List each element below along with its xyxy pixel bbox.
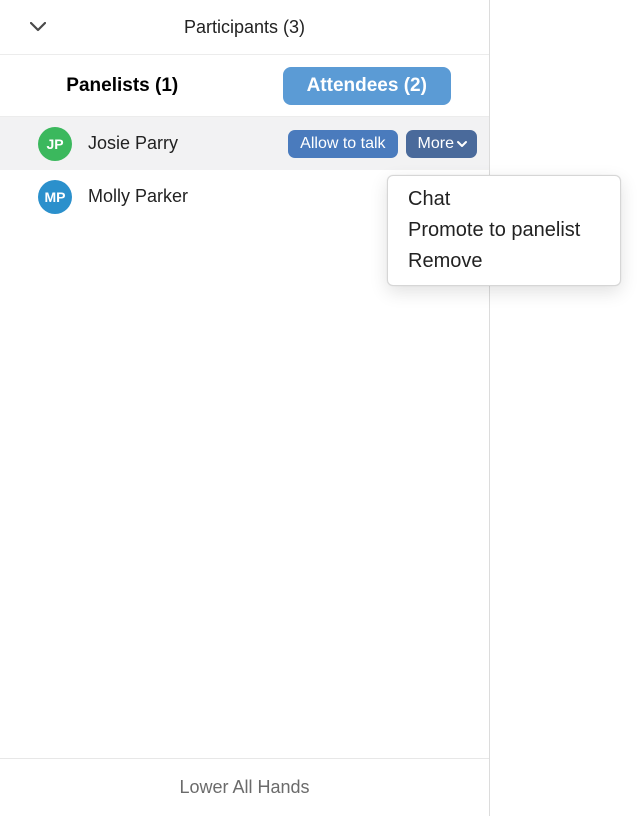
dropdown-item-label: Chat bbox=[408, 188, 450, 210]
dropdown-item-label: Remove bbox=[408, 250, 482, 272]
panel-title: Participants (3) bbox=[0, 17, 489, 38]
dropdown-item-label: Promote to panelist bbox=[408, 219, 580, 241]
row-actions: Allow to talk More bbox=[288, 130, 477, 158]
tab-attendees-pill: Attendees (2) bbox=[283, 67, 451, 105]
allow-to-talk-button[interactable]: Allow to talk bbox=[288, 130, 397, 158]
attendee-name: Josie Parry bbox=[88, 133, 288, 154]
tab-panelists-label: Panelists (1) bbox=[66, 75, 178, 96]
avatar: JP bbox=[38, 127, 72, 161]
tab-attendees[interactable]: Attendees (2) bbox=[245, 67, 490, 105]
lower-all-hands-button[interactable]: Lower All Hands bbox=[0, 758, 489, 816]
panel-header: Participants (3) bbox=[0, 0, 489, 55]
avatar: MP bbox=[38, 180, 72, 214]
participants-panel: Participants (3) Panelists (1) Attendees… bbox=[0, 0, 490, 816]
dropdown-item-chat[interactable]: Chat bbox=[388, 184, 620, 215]
dropdown-item-promote[interactable]: Promote to panelist bbox=[388, 215, 620, 246]
list-item[interactable]: JP Josie Parry Allow to talk More bbox=[0, 117, 489, 170]
dropdown-item-remove[interactable]: Remove bbox=[388, 246, 620, 277]
avatar-initials: JP bbox=[46, 136, 63, 152]
tabs: Panelists (1) Attendees (2) bbox=[0, 55, 489, 117]
more-label: More bbox=[418, 135, 454, 153]
more-button[interactable]: More bbox=[406, 130, 477, 158]
tab-attendees-label: Attendees (2) bbox=[307, 75, 427, 96]
allow-to-talk-label: Allow to talk bbox=[300, 135, 385, 153]
more-dropdown: Chat Promote to panelist Remove bbox=[387, 175, 621, 286]
avatar-initials: MP bbox=[45, 189, 66, 205]
chevron-down-icon[interactable] bbox=[30, 22, 46, 32]
tab-panelists[interactable]: Panelists (1) bbox=[0, 75, 245, 97]
lower-all-hands-label: Lower All Hands bbox=[179, 777, 309, 798]
chevron-down-icon bbox=[455, 137, 469, 151]
